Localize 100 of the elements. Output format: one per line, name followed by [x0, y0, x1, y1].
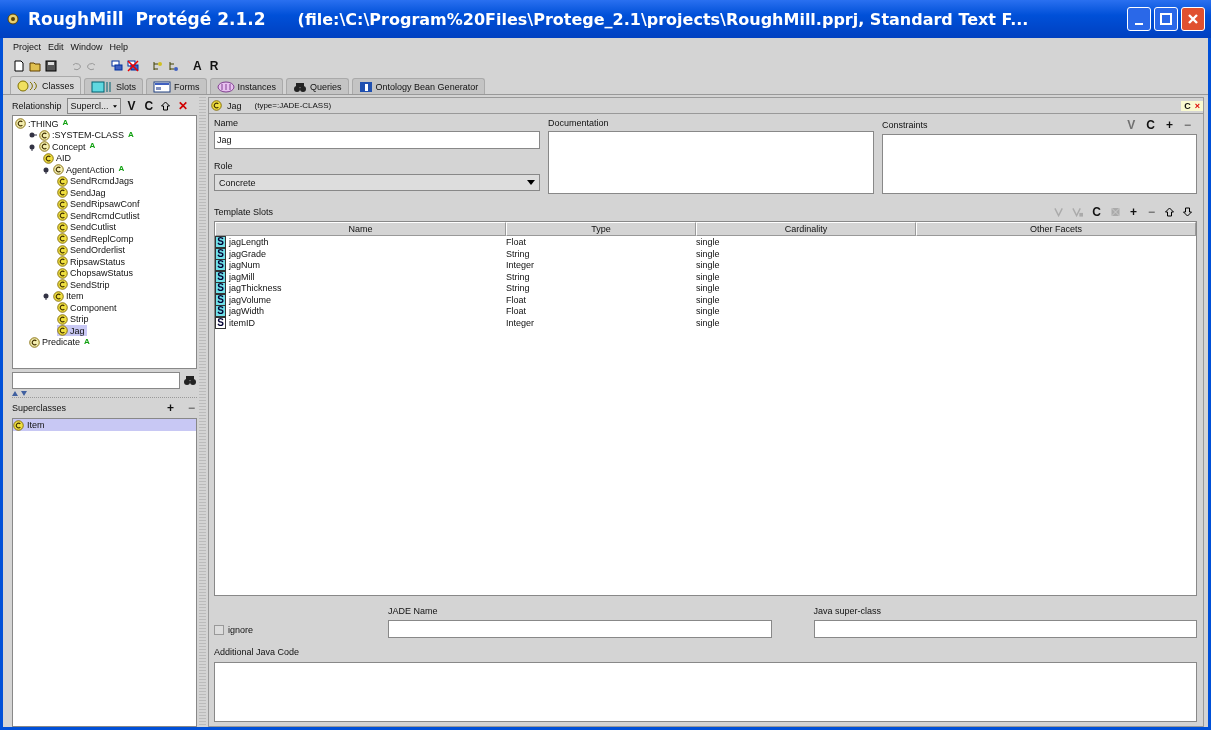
column-header[interactable]: Other Facets: [916, 222, 1196, 236]
class-icon: [57, 256, 68, 268]
ignore-checkbox[interactable]: ignore: [214, 625, 254, 635]
remove-button[interactable]: −: [186, 401, 197, 415]
close-button[interactable]: ×: [1194, 100, 1200, 111]
tab[interactable]: Queries: [286, 78, 349, 94]
menu-item[interactable]: Window: [70, 41, 103, 52]
name-field[interactable]: Jag: [214, 131, 540, 149]
create-button[interactable]: C: [142, 99, 156, 113]
windows-icon[interactable]: [111, 59, 123, 72]
tree-item[interactable]: SendRcmdJags: [57, 175, 136, 187]
class-icon: [57, 187, 68, 199]
tree-item[interactable]: SendRipsawConf: [57, 198, 142, 210]
toolbar-button[interactable]: C: [1144, 117, 1157, 132]
minimize-button[interactable]: [1127, 7, 1151, 31]
java-super-class-field[interactable]: [813, 620, 1197, 638]
tree-item[interactable]: :THING: [15, 118, 61, 130]
up-arrow-icon[interactable]: [160, 101, 172, 111]
menu-item[interactable]: Edit: [48, 41, 64, 52]
column-header[interactable]: Type: [506, 222, 696, 236]
delete-button[interactable]: ✕: [176, 99, 191, 113]
close-button[interactable]: [1181, 7, 1205, 31]
class-icon: [57, 302, 68, 314]
tree-item[interactable]: Component: [57, 302, 119, 314]
tree-item[interactable]: SendRcmdCutlist: [57, 210, 142, 222]
tree-item[interactable]: Predicate: [29, 336, 83, 348]
tree-item[interactable]: SendReplComp: [57, 233, 136, 245]
tree-item[interactable]: RipsawStatus: [57, 256, 128, 268]
create-button[interactable]: C: [1184, 100, 1191, 111]
expand-handle-icon[interactable]: [29, 142, 37, 151]
class-icon: [17, 79, 39, 92]
tree-item[interactable]: Concept: [39, 141, 88, 153]
tree-item[interactable]: Jag: [57, 325, 87, 337]
column-header[interactable]: Name: [215, 222, 506, 236]
table-cell-text: Integer: [506, 316, 536, 329]
tree-item[interactable]: :SYSTEM-CLASS: [39, 129, 127, 141]
class-name: Jag: [227, 100, 242, 111]
maximize-button[interactable]: [1154, 7, 1178, 31]
superclasses-label: Superclasses: [12, 403, 68, 413]
search-field[interactable]: [12, 371, 180, 389]
table-cell-text: String: [506, 282, 531, 294]
save-icon[interactable]: [45, 59, 57, 72]
tree-item[interactable]: Item: [53, 290, 86, 302]
jade-name-label: JADE Name: [388, 606, 438, 616]
add-button[interactable]: +: [1127, 204, 1139, 219]
expand-handle-icon[interactable]: [43, 292, 51, 301]
splitter-arrows-icon[interactable]: [12, 390, 28, 396]
toolbar-button[interactable]: A: [193, 58, 202, 73]
minimize-icon: [1135, 23, 1143, 25]
jade-name-field[interactable]: [388, 620, 772, 638]
class-icon: [53, 164, 64, 176]
down-arrow-icon[interactable]: [1182, 206, 1193, 217]
tab[interactable]: Ontology Bean Generator: [351, 78, 486, 94]
tab[interactable]: Slots: [84, 78, 144, 94]
table-cell-text: single: [696, 247, 721, 260]
table-cell-text: single: [696, 316, 721, 329]
tree-item[interactable]: ChopsawStatus: [57, 267, 136, 279]
tree-item[interactable]: AgentAction: [53, 164, 117, 176]
class-icon: [57, 221, 68, 233]
add-button[interactable]: +: [164, 401, 176, 415]
tree-item[interactable]: SendStrip: [57, 279, 112, 291]
class-icon: [57, 267, 68, 279]
relationship-label: Relationship: [12, 101, 62, 111]
view-button[interactable]: V: [125, 99, 138, 113]
menu-item[interactable]: Project: [13, 41, 41, 52]
toolbar-button[interactable]: R: [209, 58, 219, 73]
java-code-field[interactable]: [214, 662, 1197, 722]
role-label: Role: [214, 161, 234, 171]
superclass-item[interactable]: Item: [13, 419, 196, 431]
class-icon: [57, 233, 68, 245]
table-cell-text: String: [506, 270, 531, 283]
documentation-field[interactable]: [548, 131, 874, 194]
hierarchy-icon[interactable]: [168, 59, 180, 72]
search-icon[interactable]: [183, 374, 197, 386]
menu-item[interactable]: Help: [109, 41, 129, 52]
constraints-field[interactable]: [882, 134, 1197, 194]
hierarchy-icon[interactable]: [152, 59, 164, 72]
table-cell-text: single: [696, 259, 721, 271]
relationship-dropdown[interactable]: Supercl...: [66, 98, 121, 114]
tab[interactable]: Classes: [10, 76, 81, 94]
tree-item[interactable]: SendCutlist: [57, 221, 119, 233]
create-button[interactable]: C: [1090, 204, 1103, 219]
tree-item[interactable]: SendJag: [57, 187, 108, 199]
expand-handle-icon[interactable]: [43, 165, 51, 174]
close-windows-icon[interactable]: [127, 59, 139, 72]
tab[interactable]: Instances: [209, 78, 284, 94]
tree-item[interactable]: Strip: [57, 313, 91, 325]
expand-handle-icon[interactable]: [29, 131, 37, 140]
tree-item[interactable]: AID: [43, 152, 73, 164]
name-label: Name: [214, 118, 239, 128]
maximize-icon: [1160, 13, 1172, 25]
new-file-icon[interactable]: [13, 59, 25, 72]
toolbar-button[interactable]: +: [1163, 117, 1175, 132]
tree-item[interactable]: SendOrderlist: [57, 244, 128, 256]
up-arrow-icon[interactable]: [1164, 206, 1175, 217]
table-cell-text: single: [696, 236, 721, 248]
column-header[interactable]: Cardinality: [696, 222, 916, 236]
role-dropdown[interactable]: Concrete: [214, 174, 540, 191]
tab[interactable]: Forms: [146, 78, 207, 94]
open-folder-icon[interactable]: [29, 59, 41, 72]
